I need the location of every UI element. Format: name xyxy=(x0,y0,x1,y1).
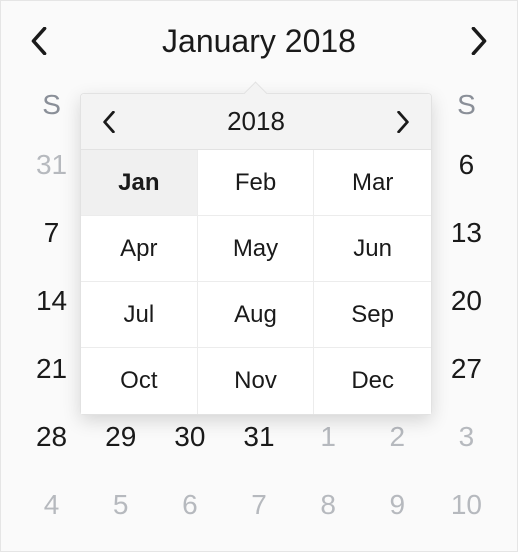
weekday-label: S xyxy=(17,79,86,131)
prev-month-button[interactable] xyxy=(17,19,61,63)
month-option-aug[interactable]: Aug xyxy=(198,282,315,348)
month-option-may[interactable]: May xyxy=(198,216,315,282)
month-option-oct[interactable]: Oct xyxy=(81,348,198,414)
chevron-left-icon xyxy=(102,111,116,133)
month-option-nov[interactable]: Nov xyxy=(198,348,315,414)
month-option-apr[interactable]: Apr xyxy=(81,216,198,282)
day-cell[interactable]: 8 xyxy=(294,471,363,539)
next-month-button[interactable] xyxy=(457,19,501,63)
day-cell[interactable]: 20 xyxy=(432,267,501,335)
week-row: 45678910 xyxy=(17,471,501,539)
calendar-title[interactable]: January 2018 xyxy=(162,23,356,60)
chevron-right-icon xyxy=(470,27,488,55)
day-cell[interactable]: 4 xyxy=(17,471,86,539)
month-option-jul[interactable]: Jul xyxy=(81,282,198,348)
year-label[interactable]: 2018 xyxy=(227,106,285,137)
month-grid: JanFebMar AprMayJun JulAugSep OctNovDec xyxy=(81,150,431,414)
day-cell[interactable]: 28 xyxy=(17,403,86,471)
day-cell[interactable]: 9 xyxy=(363,471,432,539)
day-cell[interactable]: 7 xyxy=(224,471,293,539)
calendar-header: January 2018 xyxy=(17,9,501,73)
month-option-mar[interactable]: Mar xyxy=(314,150,431,216)
calendar: January 2018 S M T W T F S 3112345678910… xyxy=(0,0,518,552)
day-cell[interactable]: 10 xyxy=(432,471,501,539)
day-cell[interactable]: 7 xyxy=(17,199,86,267)
chevron-left-icon xyxy=(30,27,48,55)
month-option-jun[interactable]: Jun xyxy=(314,216,431,282)
day-cell[interactable]: 3 xyxy=(432,403,501,471)
prev-year-button[interactable] xyxy=(89,102,129,142)
day-cell[interactable]: 14 xyxy=(17,267,86,335)
day-cell[interactable]: 27 xyxy=(432,335,501,403)
month-option-jan[interactable]: Jan xyxy=(81,150,198,216)
day-cell[interactable]: 31 xyxy=(17,131,86,199)
weekday-label: S xyxy=(432,79,501,131)
day-cell[interactable]: 13 xyxy=(432,199,501,267)
month-picker-popover: 2018 JanFebMar AprMayJun JulAugSep OctNovDe… xyxy=(80,93,432,415)
month-option-feb[interactable]: Feb xyxy=(198,150,315,216)
month-picker-header: 2018 xyxy=(81,94,431,150)
month-option-sep[interactable]: Sep xyxy=(314,282,431,348)
chevron-right-icon xyxy=(396,111,410,133)
day-cell[interactable]: 5 xyxy=(86,471,155,539)
day-cell[interactable]: 21 xyxy=(17,335,86,403)
next-year-button[interactable] xyxy=(383,102,423,142)
day-cell[interactable]: 6 xyxy=(155,471,224,539)
month-option-dec[interactable]: Dec xyxy=(314,348,431,414)
day-cell[interactable]: 6 xyxy=(432,131,501,199)
